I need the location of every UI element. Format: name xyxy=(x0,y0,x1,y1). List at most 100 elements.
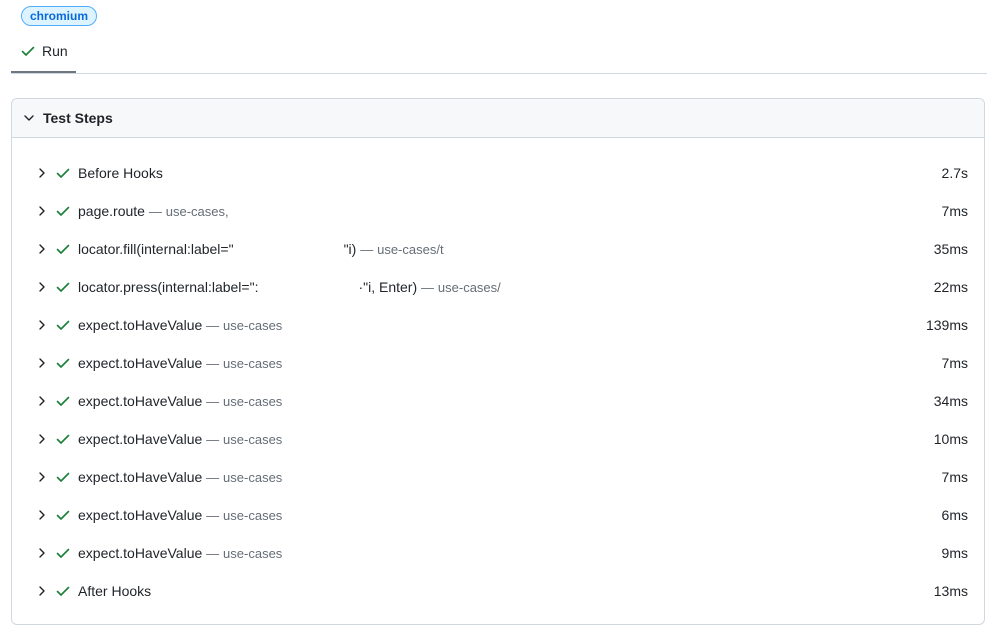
chevron-right-icon[interactable] xyxy=(34,431,50,447)
chevron-down-icon xyxy=(21,110,37,126)
step-location: use-cases xyxy=(223,318,283,333)
step-separator: — xyxy=(421,280,435,295)
check-icon xyxy=(55,393,71,409)
step-title: expect.toHaveValue — use-cases xyxy=(78,496,282,535)
step-location: use-cases/t xyxy=(377,242,444,257)
chevron-right-icon[interactable] xyxy=(34,545,50,561)
step-duration: 22ms xyxy=(933,279,968,295)
step-title: locator.fill(internal:label=" "i) — use-c… xyxy=(78,230,444,269)
step-duration: 7ms xyxy=(941,203,968,219)
step-title: expect.toHaveValue — use-cases xyxy=(78,344,282,383)
step-name: Before Hooks xyxy=(78,165,163,181)
step-row[interactable]: locator.fill(internal:label=" "i) — use-c… xyxy=(12,230,984,268)
step-row[interactable]: expect.toHaveValue — use-cases 139ms xyxy=(12,306,984,344)
check-icon xyxy=(55,203,71,219)
check-icon xyxy=(55,507,71,523)
step-name: locator.fill(internal:label=" xyxy=(78,241,234,257)
step-duration: 7ms xyxy=(941,355,968,371)
step-name: page.route xyxy=(78,203,145,219)
step-name: After Hooks xyxy=(78,583,152,599)
check-icon xyxy=(55,355,71,371)
chevron-right-icon[interactable] xyxy=(34,203,50,219)
tab-bar: Run xyxy=(11,37,987,74)
step-duration: 2.7s xyxy=(941,165,968,181)
chevron-right-icon[interactable] xyxy=(34,165,50,181)
step-name: expect.toHaveValue xyxy=(78,393,203,409)
tab-run-label: Run xyxy=(42,43,68,59)
chevron-right-icon[interactable] xyxy=(34,241,50,257)
step-duration: 9ms xyxy=(941,545,968,561)
step-location: use-cases xyxy=(223,546,283,561)
step-separator: — xyxy=(206,318,220,333)
step-row[interactable]: expect.toHaveValue — use-cases 34ms xyxy=(12,382,984,420)
step-row[interactable]: expect.toHaveValue — use-cases 10ms xyxy=(12,420,984,458)
step-title: Before Hooks xyxy=(78,154,163,192)
chevron-right-icon[interactable] xyxy=(34,583,50,599)
step-name: expect.toHaveValue xyxy=(78,507,203,523)
step-row[interactable]: After Hooks 13ms xyxy=(12,572,984,610)
step-separator: — xyxy=(206,546,220,561)
step-row[interactable]: page.route — use-cases, 7ms xyxy=(12,192,984,230)
chevron-right-icon[interactable] xyxy=(34,355,50,371)
step-separator: — xyxy=(206,508,220,523)
step-name-tail: "i) xyxy=(343,241,357,257)
step-separator: — xyxy=(360,242,374,257)
step-duration: 7ms xyxy=(941,469,968,485)
step-location: use-cases xyxy=(223,356,283,371)
test-steps-header[interactable]: Test Steps xyxy=(12,99,984,138)
chevron-right-icon[interactable] xyxy=(34,507,50,523)
chevron-right-icon[interactable] xyxy=(34,279,50,295)
check-icon xyxy=(55,317,71,333)
step-duration: 6ms xyxy=(941,507,968,523)
project-badge[interactable]: chromium xyxy=(21,6,98,26)
check-icon xyxy=(55,583,71,599)
step-title: expect.toHaveValue — use-cases xyxy=(78,382,282,421)
step-row[interactable]: expect.toHaveValue — use-cases 7ms xyxy=(12,344,984,382)
step-location: use-cases xyxy=(223,470,283,485)
chevron-right-icon[interactable] xyxy=(34,393,50,409)
chevron-right-icon[interactable] xyxy=(34,469,50,485)
step-separator: — xyxy=(206,356,220,371)
step-duration: 10ms xyxy=(933,431,968,447)
step-title: expect.toHaveValue — use-cases xyxy=(78,458,282,497)
step-name: expect.toHaveValue xyxy=(78,431,203,447)
tab-run[interactable]: Run xyxy=(11,37,76,73)
step-separator: — xyxy=(206,394,220,409)
check-icon xyxy=(55,469,71,485)
step-row[interactable]: locator.press(internal:label=": ·"i, Ente… xyxy=(12,268,984,306)
step-row[interactable]: expect.toHaveValue — use-cases 7ms xyxy=(12,458,984,496)
step-title: expect.toHaveValue — use-cases xyxy=(78,306,282,345)
step-row[interactable]: Before Hooks 2.7s xyxy=(12,154,984,192)
chevron-right-icon[interactable] xyxy=(34,317,50,333)
step-name: expect.toHaveValue xyxy=(78,469,203,485)
redacted-text xyxy=(234,243,344,257)
step-name: expect.toHaveValue xyxy=(78,317,203,333)
step-row[interactable]: expect.toHaveValue — use-cases 9ms xyxy=(12,534,984,572)
check-icon xyxy=(55,431,71,447)
check-icon xyxy=(55,545,71,561)
test-result-page: chromium Run Test Steps Before Hooks 2.7… xyxy=(0,0,1004,638)
step-duration: 139ms xyxy=(925,317,968,333)
step-title: page.route — use-cases, xyxy=(78,192,229,231)
check-icon xyxy=(55,241,71,257)
step-location: use-cases xyxy=(223,394,283,409)
step-list: Before Hooks 2.7s page.route — use-cases… xyxy=(12,154,984,610)
step-row[interactable]: expect.toHaveValue — use-cases 6ms xyxy=(12,496,984,534)
step-title: locator.press(internal:label=": ·"i, Ente… xyxy=(78,268,501,307)
step-duration: 35ms xyxy=(933,241,968,257)
step-location: use-cases xyxy=(223,508,283,523)
step-name: expect.toHaveValue xyxy=(78,355,203,371)
step-title: expect.toHaveValue — use-cases xyxy=(78,420,282,459)
redacted-text xyxy=(258,281,358,295)
test-steps-panel: Test Steps Before Hooks 2.7s page.route … xyxy=(11,98,985,625)
step-title: expect.toHaveValue — use-cases xyxy=(78,534,282,573)
step-name: locator.press(internal:label=": xyxy=(78,279,259,295)
check-icon xyxy=(55,279,71,295)
step-title: After Hooks xyxy=(78,572,151,610)
step-duration: 34ms xyxy=(933,393,968,409)
step-separator: — xyxy=(148,204,162,219)
step-location: use-cases, xyxy=(165,204,229,219)
step-name-tail: ·"i, Enter) xyxy=(358,279,418,295)
step-separator: — xyxy=(206,470,220,485)
test-steps-title: Test Steps xyxy=(43,110,113,126)
